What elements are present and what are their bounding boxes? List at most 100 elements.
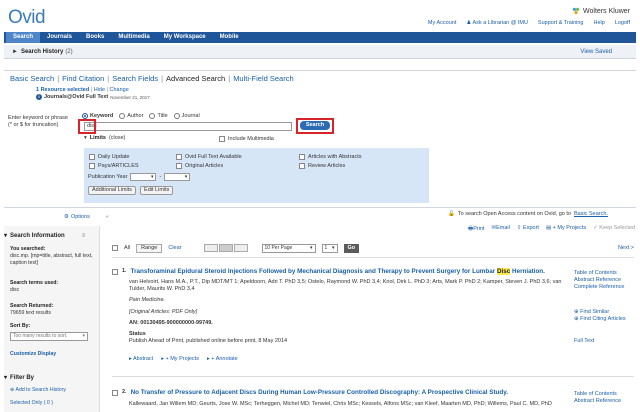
result-side-links: Table of Contents Abstract Reference Com…: [574, 270, 624, 291]
abstract-reference-link[interactable]: Abstract Reference: [574, 398, 621, 405]
result-side-links-2: ⊕ Find Similar ⊕ Find Citing Articles: [574, 309, 626, 323]
result-title[interactable]: No Transfer of Pressure to Adjacent Disc…: [131, 389, 508, 396]
tab-mobile[interactable]: Mobile: [213, 32, 246, 43]
limits-toggle[interactable]: ▾ Limits (close): [84, 135, 125, 141]
result-item-1: 1. Transforaminal Epidural Steroid Injec…: [112, 268, 567, 275]
tab-advanced-search[interactable]: Advanced Search: [166, 74, 225, 83]
filter-by-header[interactable]: ▾ Filter By: [4, 374, 34, 382]
pub-year-to-select[interactable]: [164, 173, 191, 181]
keep-selected-button[interactable]: ✓ Keep Selected: [593, 225, 635, 234]
include-multimedia-checkbox[interactable]: [219, 136, 225, 142]
additional-limits-button[interactable]: Additional Limits: [88, 186, 137, 195]
search-information-header[interactable]: ▾ Search Information ≡: [4, 232, 86, 240]
limit-review-articles[interactable]: Review Articles: [299, 162, 362, 169]
view-saved-link[interactable]: View Saved: [580, 49, 612, 55]
annotate-link[interactable]: ▸ + Annotate: [207, 356, 238, 362]
menu-icon: ≡: [81, 232, 86, 239]
tab-search[interactable]: Search: [6, 32, 41, 43]
limit-articles-abstracts[interactable]: Articles with Abstracts: [299, 153, 362, 160]
hide-link[interactable]: Hide: [94, 87, 105, 93]
result-journal: Pain Medicine.: [129, 297, 166, 303]
collapse-icon: ▾: [4, 375, 8, 381]
tab-books[interactable]: Books: [79, 32, 111, 43]
support-link[interactable]: Support & Training: [538, 20, 584, 26]
edit-limits-button[interactable]: Edit Limits: [140, 186, 174, 195]
help-link[interactable]: Help: [593, 20, 604, 26]
my-projects-link[interactable]: ▸ + My Projects: [161, 356, 199, 362]
tab-find-citation[interactable]: Find Citation: [62, 74, 104, 83]
complete-reference-link[interactable]: Complete Reference: [574, 284, 624, 291]
clear-link[interactable]: Clear: [168, 245, 181, 251]
returned-block: Search Returned: 79659 text results: [10, 303, 54, 316]
select-all-checkbox[interactable]: [112, 245, 118, 251]
find-similar-link[interactable]: ⊕ Find Similar: [574, 309, 626, 316]
full-text-link[interactable]: Full Text: [574, 338, 594, 345]
limit-pays-articles[interactable]: Pays/ARTICLES: [89, 162, 139, 169]
search-type-radios: Keyword Author Title Journal: [82, 113, 200, 119]
wolters-kluwer-icon: [572, 7, 580, 15]
expand-arrow-icon: ►: [12, 48, 18, 55]
add-projects-button[interactable]: ▤ + My Projects: [546, 225, 586, 234]
per-page-select[interactable]: 10 Per Page: [261, 243, 316, 253]
result-checkbox[interactable]: [112, 390, 118, 396]
sort-select[interactable]: Too many results to sort.: [10, 332, 88, 341]
print-button[interactable]: 🖶Print: [468, 225, 485, 234]
abstract-link[interactable]: ▸ Abstract: [129, 356, 153, 362]
include-multimedia[interactable]: Include Multimedia: [219, 136, 274, 142]
range-button[interactable]: Range: [136, 243, 163, 253]
add-search-history-link[interactable]: ⊕ Add to Search History: [10, 387, 96, 394]
tab-basic-search[interactable]: Basic Search: [10, 74, 54, 83]
toc-link[interactable]: Table of Contents: [574, 391, 621, 398]
next-page-link[interactable]: Next >: [618, 245, 634, 251]
limit-ovid-full-text[interactable]: Ovid Full Text Available: [176, 153, 242, 160]
limits-box: Daily Update Pays/ARTICLES Ovid Full Tex…: [84, 148, 429, 203]
logoff-link[interactable]: Logoff: [615, 20, 630, 26]
tab-journals[interactable]: Journals: [40, 32, 79, 43]
view-abstract-icon[interactable]: [233, 244, 248, 252]
view-citation-icon[interactable]: [218, 244, 233, 252]
radio-journal[interactable]: Journal: [173, 113, 200, 119]
result-title[interactable]: Transforaminal Epidural Steroid Injectio…: [131, 268, 545, 275]
customize-display-link[interactable]: Customize Display: [10, 351, 96, 358]
results-toolbar: All Range Clear 10 Per Page 1 Go Next >: [112, 242, 634, 254]
tab-multimedia[interactable]: Multimedia: [111, 32, 156, 43]
limit-daily-update[interactable]: Daily Update: [89, 153, 139, 160]
page-select[interactable]: 1: [321, 243, 338, 253]
email-button[interactable]: ✉Email: [492, 225, 510, 234]
radio-title[interactable]: Title: [149, 113, 168, 119]
sort-block: Sort By: Too many results to sort.: [10, 323, 96, 341]
result-checkbox[interactable]: [112, 269, 118, 275]
my-account-link[interactable]: My Account: [428, 20, 456, 26]
go-button[interactable]: Go: [343, 243, 360, 253]
pub-year-from-select[interactable]: [130, 173, 157, 181]
find-citing-link[interactable]: ⊕ Find Citing Articles: [574, 316, 626, 323]
change-link[interactable]: Change: [110, 87, 129, 93]
radio-author[interactable]: Author: [119, 113, 143, 119]
search-history-count: (2): [65, 48, 73, 55]
basic-search-link[interactable]: Basic Search.: [574, 211, 608, 217]
result-status: Publish Ahead of Print, published online…: [129, 338, 288, 344]
resource-date: November 21, 2017: [110, 94, 150, 100]
toc-link[interactable]: Table of Contents: [574, 270, 624, 277]
ask-librarian-link[interactable]: ♟ Ask a Librarian @ IMU: [466, 20, 528, 26]
search-button-highlight: [296, 118, 334, 134]
all-label: All: [124, 245, 131, 251]
tab-my-workspace[interactable]: My Workspace: [157, 32, 213, 43]
result-authors: Kallewaard, Jan Willem MD; Geurts, Jose …: [129, 401, 552, 407]
abstract-reference-link[interactable]: Abstract Reference: [574, 277, 624, 284]
options-link[interactable]: ⚙ Options «: [64, 214, 109, 220]
collapse-icon: ▾: [4, 233, 8, 239]
view-title-icon[interactable]: [203, 244, 218, 252]
tab-search-fields[interactable]: Search Fields: [112, 74, 158, 83]
limit-original-articles[interactable]: Original Articles: [176, 162, 242, 169]
open-access-notice: 🔓 To search Open Access content on Ovid,…: [448, 211, 608, 217]
search-input[interactable]: disc: [84, 122, 292, 131]
search-panel: Basic Search | Find Citation | Search Fiel…: [4, 70, 636, 208]
search-history-bar[interactable]: ► Search History (2) View Saved: [4, 45, 636, 59]
export-button[interactable]: ⇪ Export: [517, 225, 539, 234]
searched-block: You searched: disc.mp. [mp=title, abstra…: [10, 246, 93, 266]
selected-only-link[interactable]: Selected Only ( 0 ): [10, 400, 96, 407]
limits-close[interactable]: (close): [109, 135, 126, 141]
main-nav: Search Journals Books Multimedia My Work…: [4, 32, 636, 43]
tab-multi-field-search[interactable]: Multi-Field Search: [233, 74, 293, 83]
